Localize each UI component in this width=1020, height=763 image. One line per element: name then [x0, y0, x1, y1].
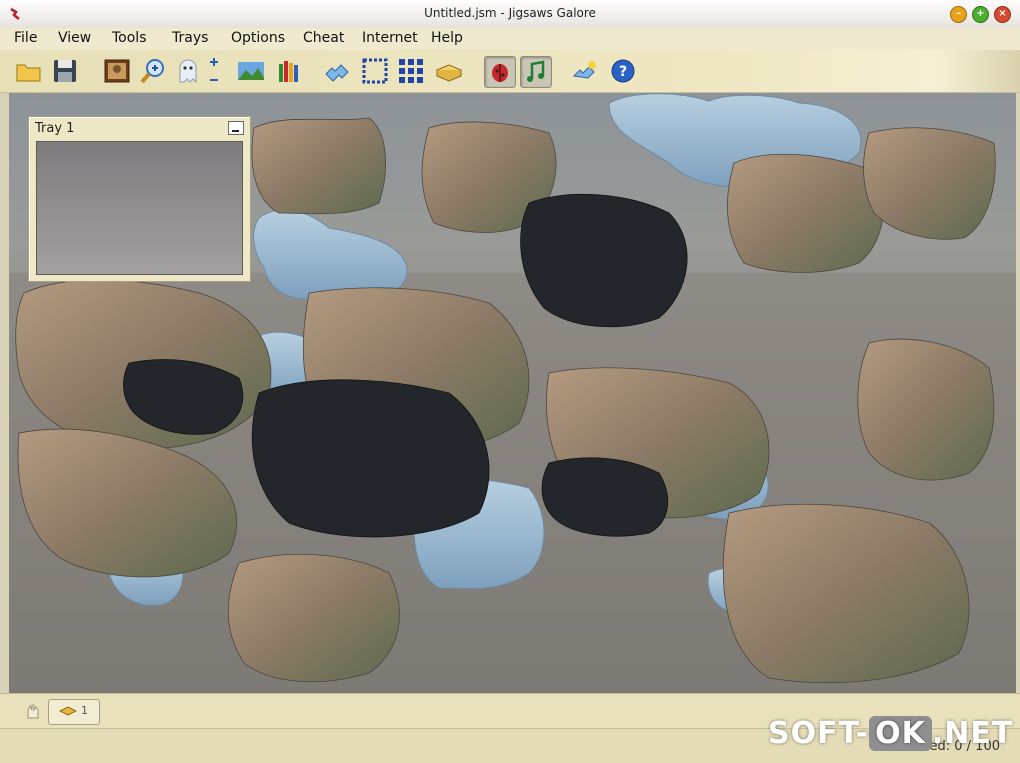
hand-icon[interactable] [24, 702, 40, 720]
tray-1-tab[interactable]: 1 [48, 699, 100, 725]
city-piece [227, 553, 400, 683]
zoom-icon[interactable] [138, 56, 168, 86]
help-icon[interactable]: ? [608, 56, 638, 86]
window-title: Untitled.jsm - Jigsaws Galore [424, 6, 596, 20]
ghost-icon[interactable] [174, 56, 204, 86]
save-disk-icon[interactable] [50, 56, 80, 86]
menu-tools[interactable]: Tools [112, 30, 147, 46]
svg-text:?: ? [619, 64, 627, 80]
sky-piece [253, 209, 408, 300]
menu-internet[interactable]: Internet [362, 30, 418, 46]
menu-help[interactable]: Help [431, 30, 463, 46]
crayons-icon[interactable] [274, 56, 304, 86]
hint-icon[interactable] [570, 56, 600, 86]
tray-window[interactable]: Tray 1 [28, 116, 251, 282]
minimize-button[interactable]: – [950, 6, 967, 23]
dark-piece [251, 379, 490, 538]
tray-tab-icon [59, 706, 77, 716]
scale-icon[interactable] [204, 56, 226, 86]
toolbar: ? [0, 50, 1020, 93]
open-folder-icon[interactable] [14, 56, 44, 86]
watermark-post: .NET [931, 716, 1014, 751]
select-edges-icon[interactable] [360, 56, 390, 86]
city-piece [722, 503, 970, 684]
watermark: SOFT- OK .NET [768, 716, 1013, 751]
grid-icon[interactable] [396, 56, 426, 86]
city-piece [863, 127, 996, 240]
landscape-icon[interactable] [236, 56, 266, 86]
bug-icon[interactable] [484, 56, 516, 88]
menu-view[interactable]: View [58, 30, 91, 46]
tray-count: 1 [81, 704, 88, 717]
dark-piece [520, 193, 688, 328]
music-note-icon[interactable] [520, 56, 552, 88]
menu-file[interactable]: File [14, 30, 37, 46]
menu-trays[interactable]: Trays [172, 30, 208, 46]
menu-bar: File View Tools Trays Options Cheat Inte… [0, 28, 1020, 51]
tray-minimize-button[interactable] [228, 121, 244, 135]
tray-content[interactable] [36, 141, 243, 275]
tray-box-icon[interactable] [434, 56, 464, 86]
close-button[interactable]: × [994, 6, 1011, 23]
menu-options[interactable]: Options [231, 30, 285, 46]
tray-title: Tray 1 [35, 121, 75, 136]
city-piece [857, 338, 995, 481]
picture-icon[interactable] [102, 56, 132, 86]
pieces-icon[interactable] [322, 56, 352, 86]
watermark-pre: SOFT- [768, 716, 870, 751]
city-piece [251, 117, 386, 215]
maximize-button[interactable]: + [972, 6, 989, 23]
watermark-box: OK [869, 716, 932, 751]
menu-cheat[interactable]: Cheat [303, 30, 344, 46]
title-bar: Untitled.jsm - Jigsaws Galore – + × [0, 0, 1020, 29]
city-piece [727, 153, 885, 273]
